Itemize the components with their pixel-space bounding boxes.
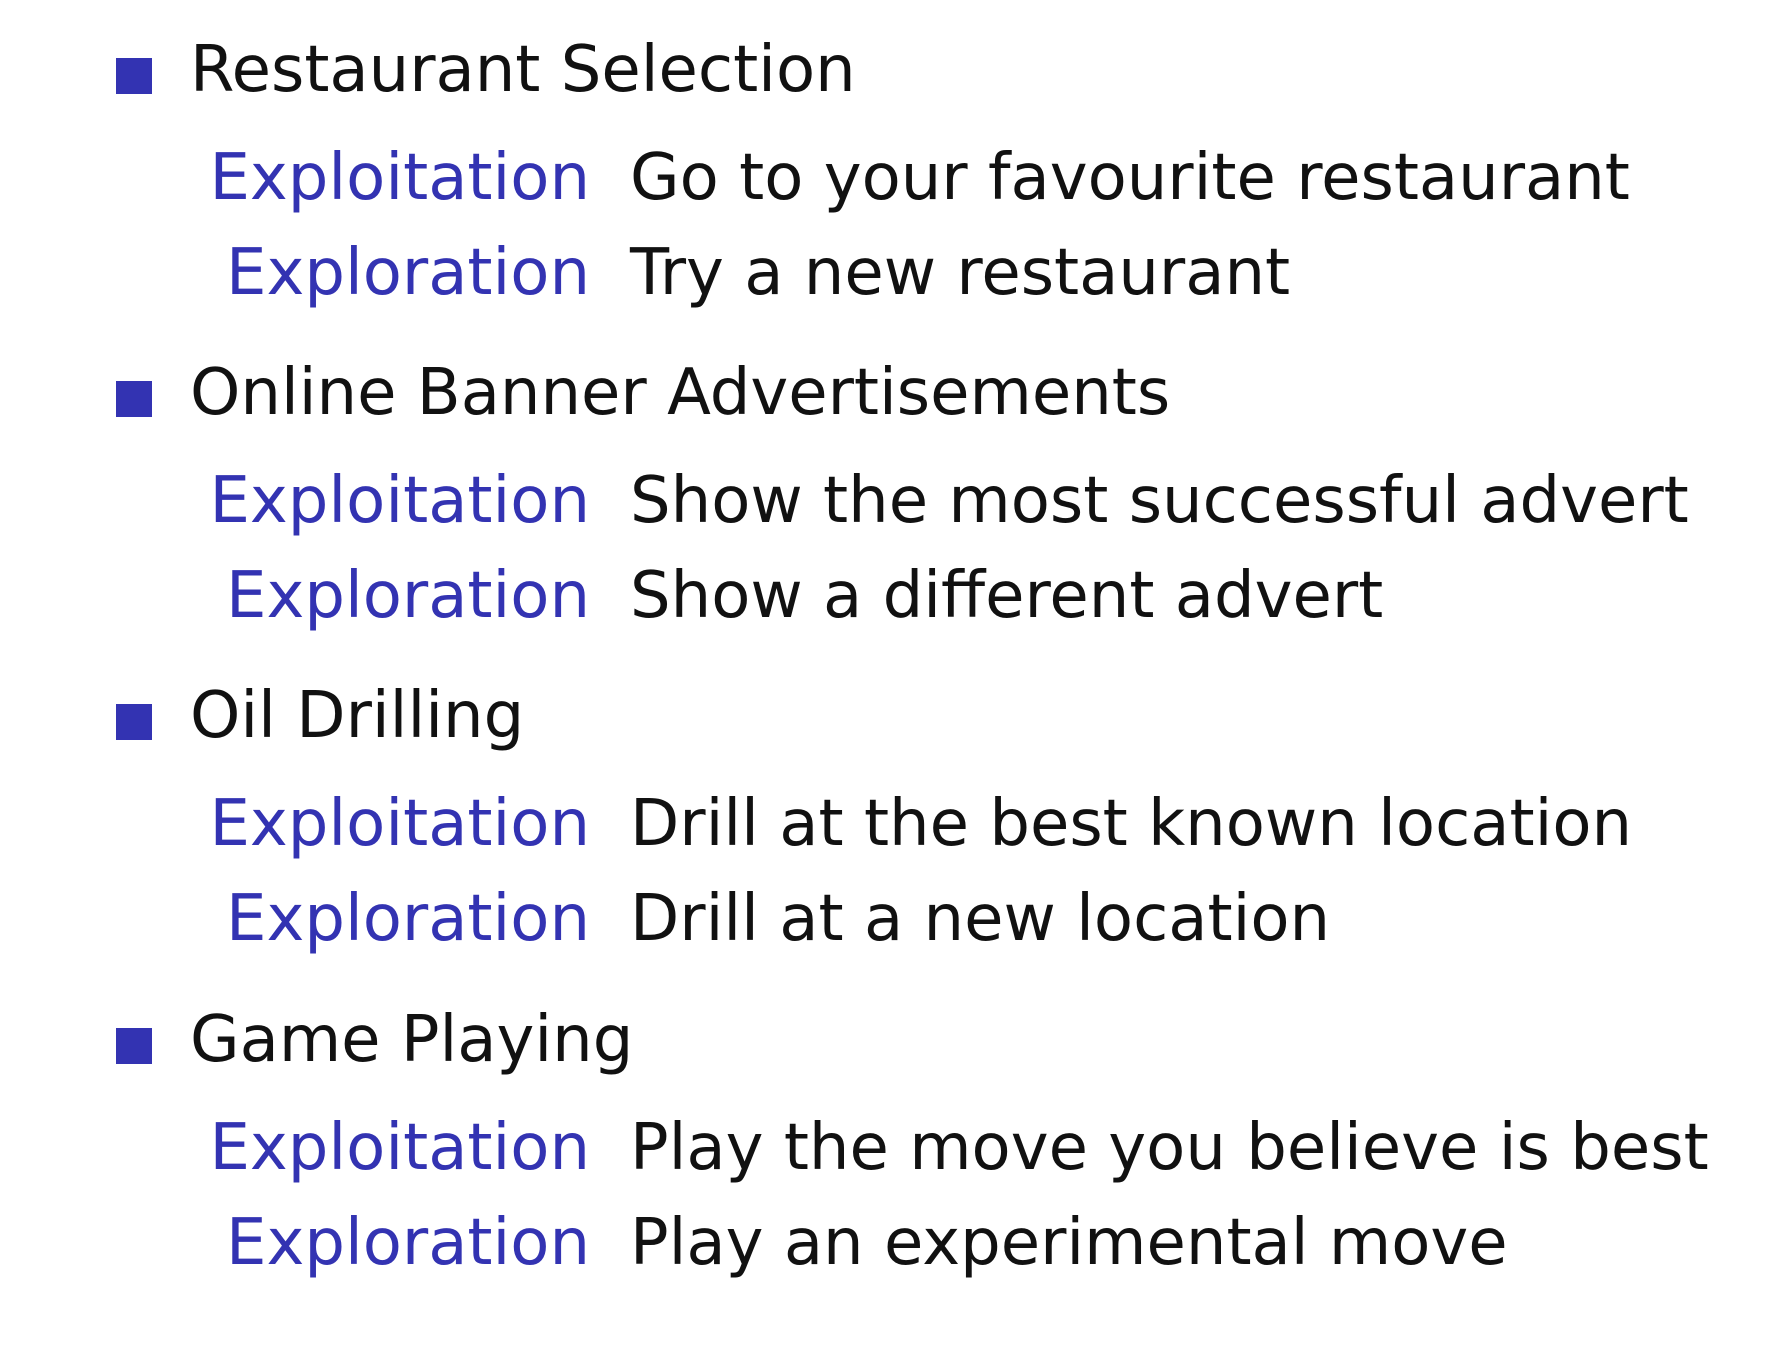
definition-row: Exploration Drill at a new location bbox=[0, 876, 1790, 962]
term-label: Exploitation bbox=[209, 464, 590, 538]
term-description: Try a new restaurant bbox=[630, 236, 1291, 310]
term-description: Play an experimental move bbox=[630, 1206, 1508, 1280]
section-heading-row: Restaurant Selection bbox=[0, 30, 1790, 110]
square-bullet-icon bbox=[116, 1028, 152, 1064]
term-description: Drill at a new location bbox=[630, 882, 1331, 956]
square-bullet-icon bbox=[116, 381, 152, 417]
term-description: Show the most successful advert bbox=[630, 464, 1689, 538]
section-title: Online Banner Advertisements bbox=[190, 356, 1171, 430]
definition-row: Exploration Show a different advert bbox=[0, 553, 1790, 639]
square-bullet-icon bbox=[116, 704, 152, 740]
term-description: Show a different advert bbox=[630, 559, 1384, 633]
section-heading-row: Oil Drilling bbox=[0, 676, 1790, 756]
section-heading-row: Game Playing bbox=[0, 1000, 1790, 1080]
term-description: Go to your favourite restaurant bbox=[630, 141, 1630, 215]
definition-row: Exploitation Go to your favourite restau… bbox=[0, 135, 1790, 221]
term-label: Exploration bbox=[226, 882, 590, 956]
definition-row: Exploration Play an experimental move bbox=[0, 1200, 1790, 1286]
definition-row: Exploitation Play the move you believe i… bbox=[0, 1105, 1790, 1191]
section-title: Oil Drilling bbox=[190, 679, 525, 753]
section-heading-row: Online Banner Advertisements bbox=[0, 353, 1790, 433]
term-description: Play the move you believe is best bbox=[630, 1111, 1709, 1185]
term-label: Exploration bbox=[226, 559, 590, 633]
section-title: Game Playing bbox=[190, 1003, 634, 1077]
term-description: Drill at the best known location bbox=[630, 787, 1633, 861]
square-bullet-icon bbox=[116, 58, 152, 94]
term-label: Exploitation bbox=[209, 787, 590, 861]
section-title: Restaurant Selection bbox=[190, 33, 856, 107]
term-label: Exploitation bbox=[209, 141, 590, 215]
term-label: Exploration bbox=[226, 1206, 590, 1280]
term-label: Exploitation bbox=[209, 1111, 590, 1185]
definition-row: Exploitation Drill at the best known loc… bbox=[0, 781, 1790, 867]
definition-row: Exploration Try a new restaurant bbox=[0, 230, 1790, 316]
definition-row: Exploitation Show the most successful ad… bbox=[0, 458, 1790, 544]
term-label: Exploration bbox=[226, 236, 590, 310]
slide: Restaurant Selection Exploitation Go to … bbox=[0, 0, 1790, 1346]
